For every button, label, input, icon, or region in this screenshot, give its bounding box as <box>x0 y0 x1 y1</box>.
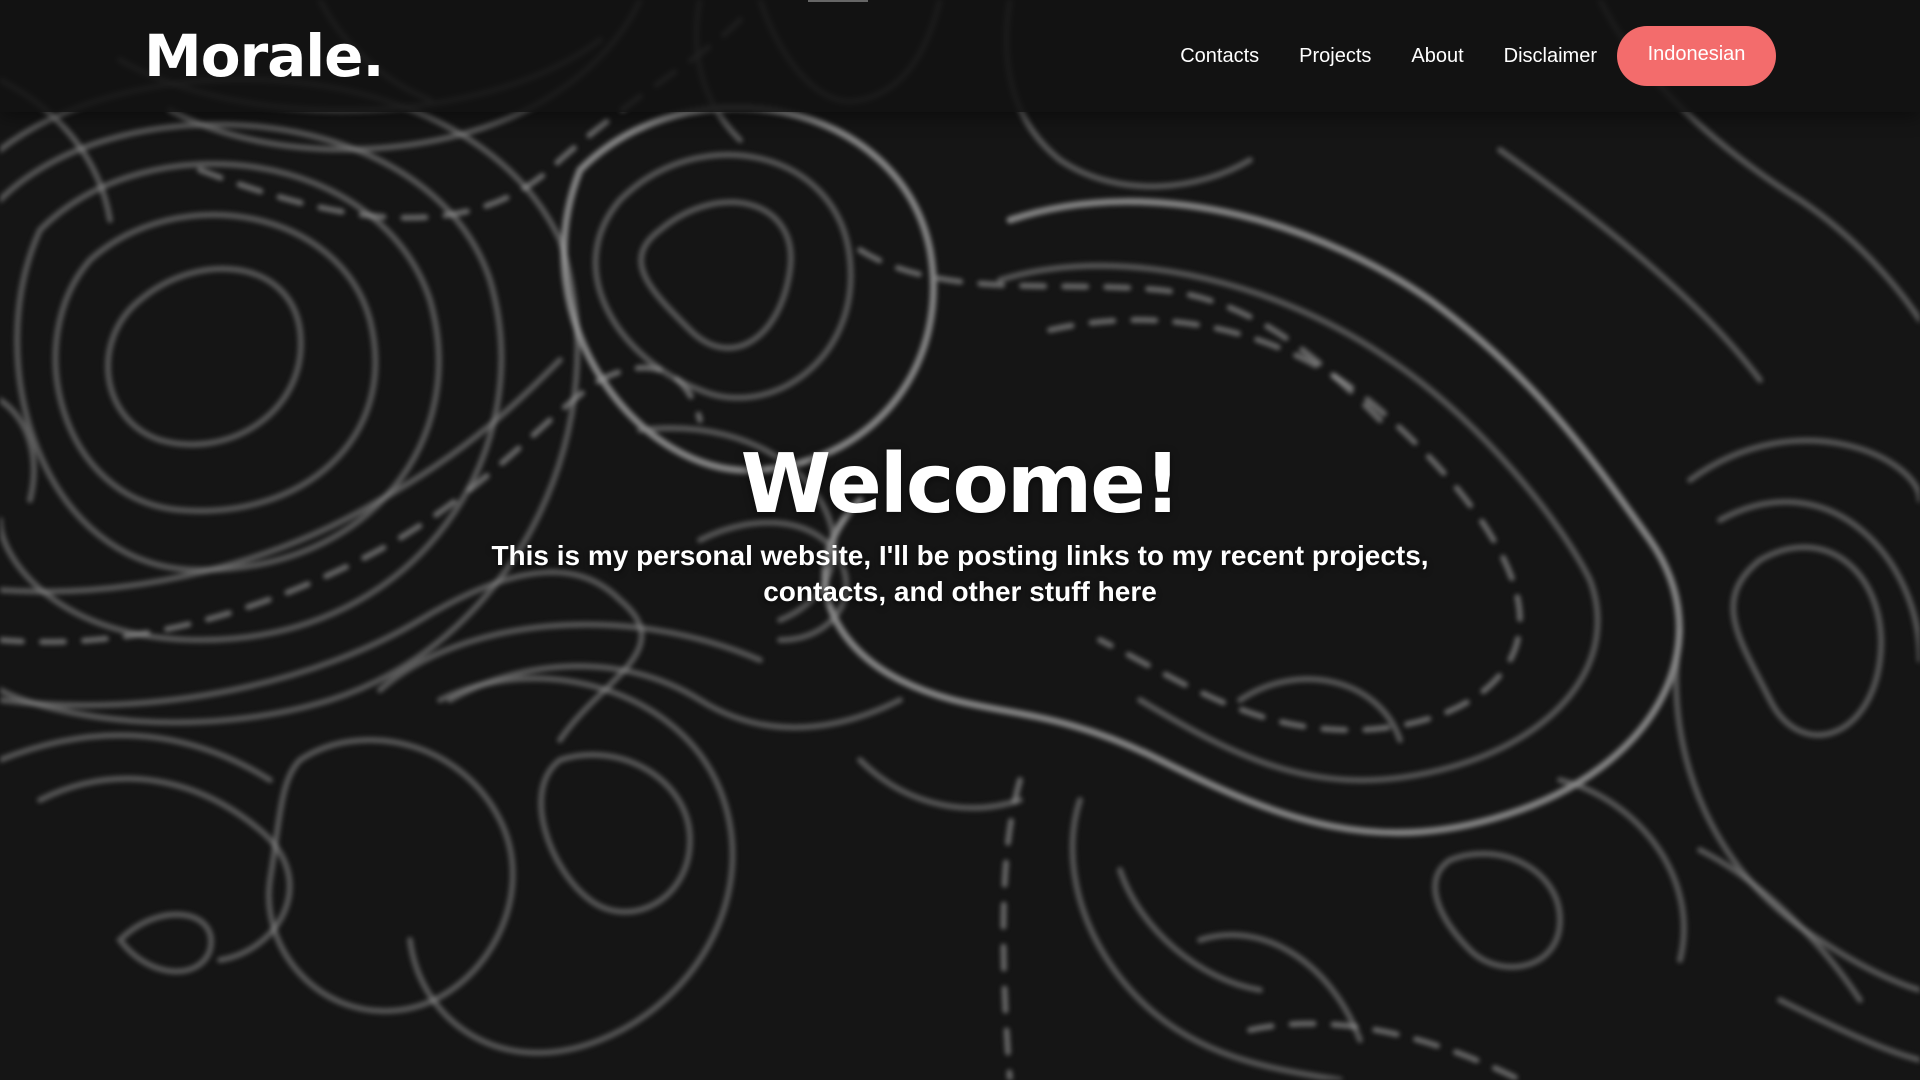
site-logo[interactable]: Morale. <box>144 22 385 90</box>
nav-links: Contacts Projects About Disclaimer Indon… <box>1140 26 1776 86</box>
hero-title: Welcome! <box>740 437 1182 532</box>
page: Morale. Contacts Projects About Disclaim… <box>0 0 1920 1080</box>
nav-link-projects[interactable]: Projects <box>1299 45 1371 68</box>
language-button[interactable]: Indonesian <box>1617 26 1776 86</box>
nav-link-disclaimer[interactable]: Disclaimer <box>1504 45 1597 68</box>
hero-section: Welcome! This is my personal website, I'… <box>0 432 1920 610</box>
nav-link-about[interactable]: About <box>1411 45 1463 68</box>
nav-link-contacts[interactable]: Contacts <box>1180 45 1259 68</box>
scroll-indicator <box>808 0 868 2</box>
hero-subtitle: This is my personal website, I'll be pos… <box>491 540 1429 607</box>
navbar: Morale. Contacts Projects About Disclaim… <box>0 0 1920 112</box>
